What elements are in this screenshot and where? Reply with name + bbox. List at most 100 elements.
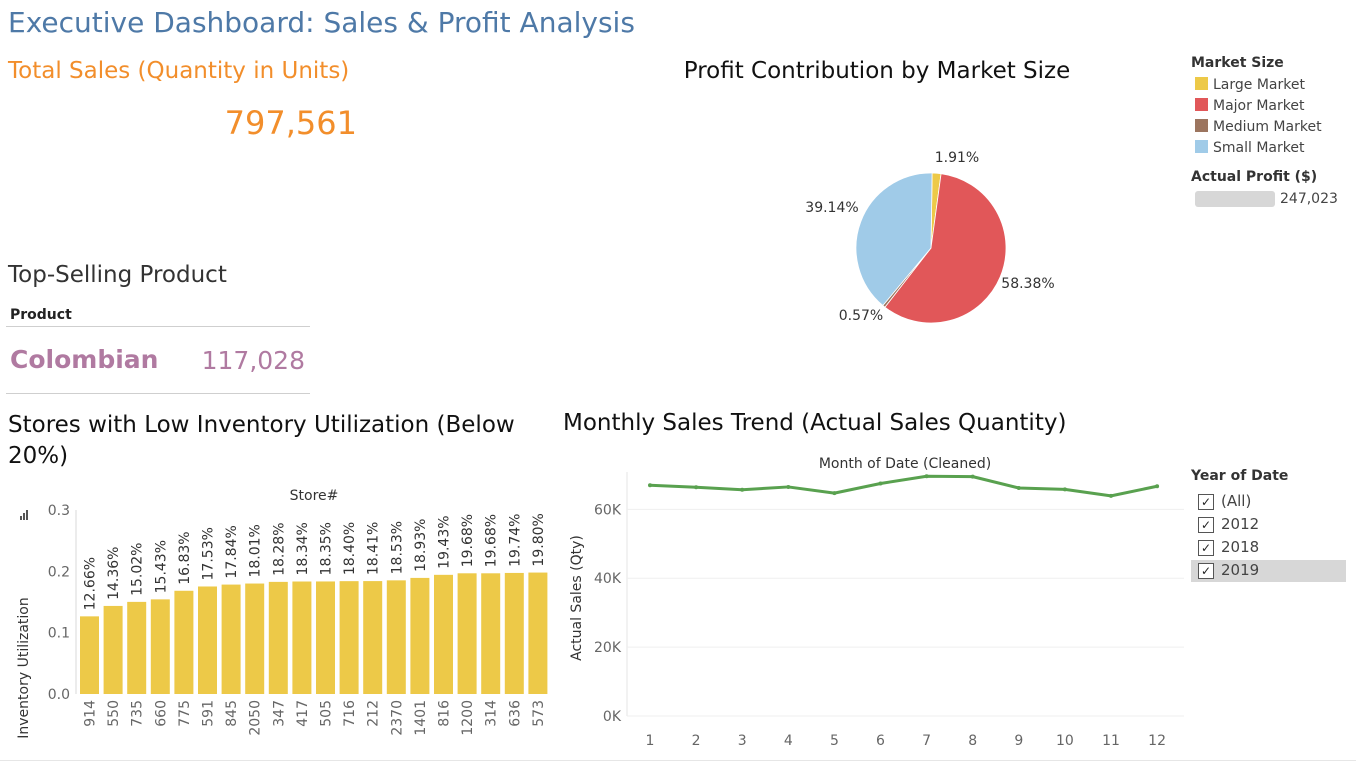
checkbox-icon[interactable]: ✓ xyxy=(1198,540,1214,556)
year-option-label: 2019 xyxy=(1221,561,1260,579)
bar-value-label: 14.36% xyxy=(106,547,122,600)
line-x-tick-label: 9 xyxy=(1014,733,1023,749)
bar-y-axis-title: Inventory Utilization xyxy=(16,597,32,738)
bar-value-label: 18.35% xyxy=(319,522,335,575)
inventory-utilization-bar-chart[interactable]: Store# Inventory Utilization 0.0 0.1 0.2 0.3 1… xyxy=(0,480,556,760)
bar-value-label: 19.74% xyxy=(507,514,523,567)
bar-store-2050[interactable] xyxy=(245,583,265,694)
bar-value-label: 18.53% xyxy=(389,521,405,574)
year-filter-option-2012[interactable]: ✓ 2012 xyxy=(1191,514,1346,536)
top-product-value: 117,028 xyxy=(201,346,305,375)
bar-store-735[interactable] xyxy=(127,601,147,694)
bar-store-1401[interactable] xyxy=(410,577,430,694)
bar-store-816[interactable] xyxy=(434,574,453,694)
bar-value-label: 19.68% xyxy=(484,514,500,567)
legend-label: Major Market xyxy=(1213,98,1305,114)
bar-x-tick-label: 775 xyxy=(177,700,193,727)
pie-slice-label: 0.57% xyxy=(839,308,883,324)
bar-x-tick-label: 816 xyxy=(437,700,453,727)
bar-y-tick-label: 0.3 xyxy=(48,503,70,519)
bar-value-label: 16.83% xyxy=(177,531,193,584)
top-product-name[interactable]: Colombian xyxy=(10,345,158,374)
bar-value-label: 18.40% xyxy=(342,522,358,575)
line-point-month-12[interactable] xyxy=(1155,484,1160,489)
line-x-tick-label: 6 xyxy=(876,733,885,749)
dashboard-title: Executive Dashboard: Sales & Profit Anal… xyxy=(8,6,635,39)
checkbox-icon[interactable]: ✓ xyxy=(1198,494,1214,510)
bottom-divider xyxy=(0,760,1356,761)
bar-store-417[interactable] xyxy=(292,581,312,694)
bar-value-label: 19.68% xyxy=(460,514,476,567)
line-point-month-10[interactable] xyxy=(1062,487,1067,492)
line-point-month-7[interactable] xyxy=(924,474,929,479)
bar-store-660[interactable] xyxy=(150,599,170,694)
line-point-month-4[interactable] xyxy=(786,484,791,489)
year-filter-option-all[interactable]: ✓ (All) xyxy=(1191,491,1346,513)
monthly-sales-line[interactable] xyxy=(649,474,1158,498)
bar-store-636[interactable] xyxy=(504,572,524,694)
bar-store-347[interactable] xyxy=(268,581,288,694)
legend-item-small-market[interactable]: Small Market xyxy=(1195,140,1304,156)
line-point-month-3[interactable] xyxy=(740,487,745,492)
bar-value-label: 19.80% xyxy=(531,513,547,566)
bar-x-tick-label: 1200 xyxy=(460,700,476,736)
bar-store-914[interactable] xyxy=(80,616,99,694)
checkbox-icon[interactable]: ✓ xyxy=(1198,517,1214,533)
line-y-tick-label: 0K xyxy=(603,709,622,725)
bar-x-axis-title: Store# xyxy=(290,488,339,504)
bar-x-tick-label: 314 xyxy=(484,700,500,727)
line-point-month-11[interactable] xyxy=(1109,493,1113,498)
line-x-tick-label: 3 xyxy=(738,733,747,749)
bar-store-212[interactable] xyxy=(363,581,383,694)
bar-value-label: 15.43% xyxy=(153,540,169,593)
bar-x-tick-label: 2050 xyxy=(248,700,264,736)
year-filter-option-2018[interactable]: ✓ 2018 xyxy=(1191,537,1346,559)
line-point-month-8[interactable] xyxy=(970,474,975,479)
year-option-label: 2012 xyxy=(1221,515,1260,533)
bar-x-tick-label: 1401 xyxy=(413,700,429,736)
line-point-month-5[interactable] xyxy=(832,491,837,496)
line-point-month-9[interactable] xyxy=(1016,485,1021,490)
pie-chart[interactable]: 1.91% 58.38% 0.57% 39.14% xyxy=(760,140,1110,340)
bar-store-2370[interactable] xyxy=(386,580,406,694)
year-filter-option-2019[interactable]: ✓ 2019 xyxy=(1191,560,1346,582)
bar-store-716[interactable] xyxy=(339,581,359,694)
monthly-sales-line-chart[interactable]: Month of Date (Cleaned) Actual Sales (Qty… xyxy=(560,448,1186,760)
bar-store-314[interactable] xyxy=(481,573,501,694)
bar-x-tick-label: 573 xyxy=(531,700,547,727)
pie-slice-label: 58.38% xyxy=(1001,276,1054,292)
pie-chart-title: Profit Contribution by Market Size xyxy=(683,58,1071,84)
bar-x-tick-label: 550 xyxy=(106,700,122,727)
legend-item-major-market[interactable]: Major Market xyxy=(1195,98,1304,114)
bar-store-573[interactable] xyxy=(528,572,548,694)
line-y-tick-label: 40K xyxy=(594,571,622,587)
line-point-month-2[interactable] xyxy=(694,485,699,490)
line-x-tick-label: 12 xyxy=(1148,733,1166,749)
line-x-tick-label: 11 xyxy=(1102,733,1120,749)
line-point-month-1[interactable] xyxy=(648,483,652,488)
actual-profit-legend-title: Actual Profit ($) xyxy=(1191,169,1318,185)
line-chart-title: Monthly Sales Trend (Actual Sales Quanti… xyxy=(563,410,1067,436)
bar-store-1200[interactable] xyxy=(457,573,477,694)
bar-x-tick-label: 735 xyxy=(130,700,146,727)
bar-value-label: 18.41% xyxy=(366,522,382,575)
checkbox-icon[interactable]: ✓ xyxy=(1198,563,1214,579)
bar-store-845[interactable] xyxy=(221,584,241,694)
bar-y-tick-label: 0.0 xyxy=(48,687,70,703)
legend-item-medium-market[interactable]: Medium Market xyxy=(1195,119,1322,135)
sort-icon-bar xyxy=(20,516,22,520)
line-point-month-6[interactable] xyxy=(878,481,883,486)
bar-store-505[interactable] xyxy=(316,581,335,694)
bar-store-775[interactable] xyxy=(174,590,194,694)
bar-store-591[interactable] xyxy=(198,586,217,694)
bar-store-550[interactable] xyxy=(103,605,123,694)
bar-value-label: 18.01% xyxy=(248,524,264,577)
legend-item-large-market[interactable]: Large Market xyxy=(1195,77,1305,93)
legend-swatch xyxy=(1195,119,1208,132)
line-y-tick-label: 60K xyxy=(594,502,622,518)
bar-x-tick-label: 660 xyxy=(153,700,169,727)
legend-swatch xyxy=(1195,98,1208,111)
table-divider xyxy=(6,393,310,394)
legend-swatch xyxy=(1195,140,1208,153)
legend-swatch xyxy=(1195,77,1208,90)
